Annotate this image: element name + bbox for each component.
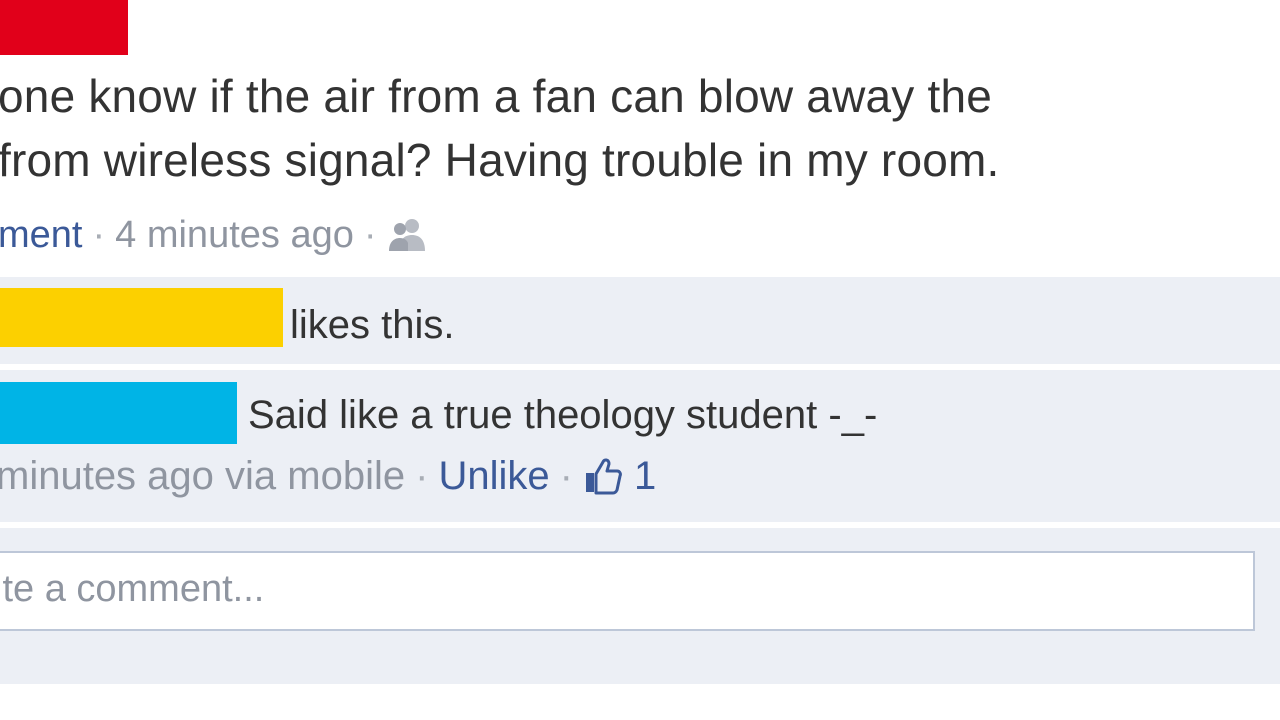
comment-input[interactable]: [0, 551, 1255, 631]
meta-separator: ·: [92, 214, 106, 256]
status-line-1: one know if the air from a fan can blow …: [0, 70, 993, 122]
comment-link[interactable]: ment: [0, 214, 82, 256]
thumbs-up-icon[interactable]: [583, 456, 623, 495]
facebook-post-screenshot: one know if the air from a fan can blow …: [0, 0, 1280, 720]
redacted-commenter-name: [0, 382, 237, 444]
meta-separator: ·: [559, 454, 573, 498]
comment-meta: minutes ago via mobile · Unlike · 1: [0, 450, 656, 502]
status-line-2: from wireless signal? Having trouble in …: [0, 134, 1000, 186]
comment-timestamp[interactable]: minutes ago via mobile: [0, 454, 405, 498]
post-meta: ment · 4 minutes ago ·: [0, 210, 427, 260]
redacted-liker-name: [0, 288, 283, 347]
like-count[interactable]: 1: [634, 454, 656, 498]
likes-text: likes this.: [290, 303, 455, 347]
friends-icon[interactable]: [387, 216, 427, 252]
post-status-text: one know if the air from a fan can blow …: [0, 64, 1000, 192]
redacted-author-name: [0, 0, 128, 55]
post-timestamp[interactable]: 4 minutes ago: [115, 214, 354, 256]
meta-separator: ·: [363, 214, 377, 256]
comment-body: Said like a true theology student -_-: [248, 393, 878, 437]
meta-separator: ·: [415, 454, 429, 498]
unlike-button[interactable]: Unlike: [438, 454, 549, 498]
